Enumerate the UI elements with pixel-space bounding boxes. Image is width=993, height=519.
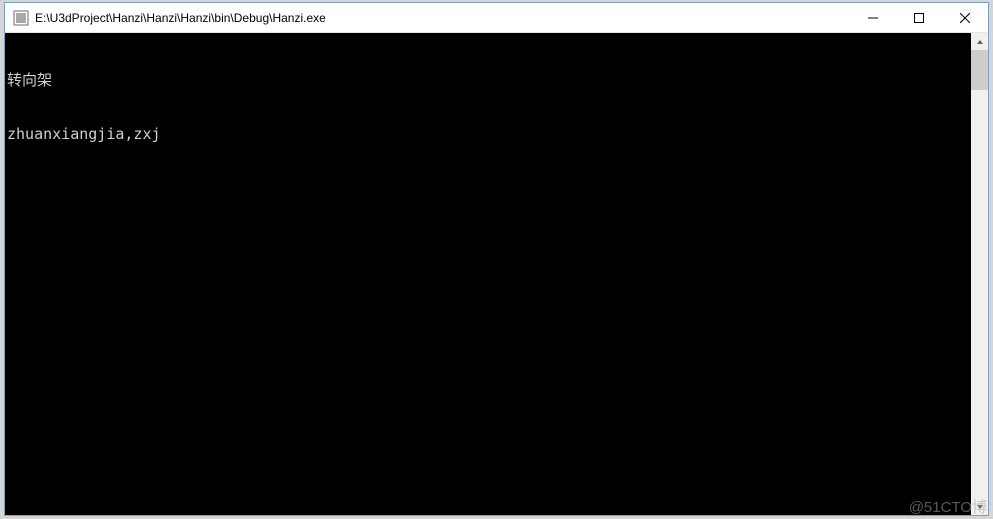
titlebar[interactable]: E:\U3dProject\Hanzi\Hanzi\Hanzi\bin\Debu… xyxy=(5,3,988,33)
maximize-button[interactable] xyxy=(896,3,942,32)
window-title: E:\U3dProject\Hanzi\Hanzi\Hanzi\bin\Debu… xyxy=(35,11,850,25)
scroll-thumb[interactable] xyxy=(971,50,988,90)
window-controls xyxy=(850,3,988,32)
close-button[interactable] xyxy=(942,3,988,32)
vertical-scrollbar[interactable] xyxy=(971,33,988,515)
minimize-button[interactable] xyxy=(850,3,896,32)
console-line: 转向架 xyxy=(5,71,971,89)
scroll-down-button[interactable] xyxy=(971,498,988,515)
console-window: E:\U3dProject\Hanzi\Hanzi\Hanzi\bin\Debu… xyxy=(4,2,989,516)
console-output[interactable]: 转向架 zhuanxiangjia,zxj xyxy=(5,33,971,515)
scroll-up-button[interactable] xyxy=(971,33,988,50)
app-icon xyxy=(13,10,29,26)
client-area: 转向架 zhuanxiangjia,zxj xyxy=(5,33,988,515)
scroll-track[interactable] xyxy=(971,50,988,498)
console-line: zhuanxiangjia,zxj xyxy=(5,125,971,143)
